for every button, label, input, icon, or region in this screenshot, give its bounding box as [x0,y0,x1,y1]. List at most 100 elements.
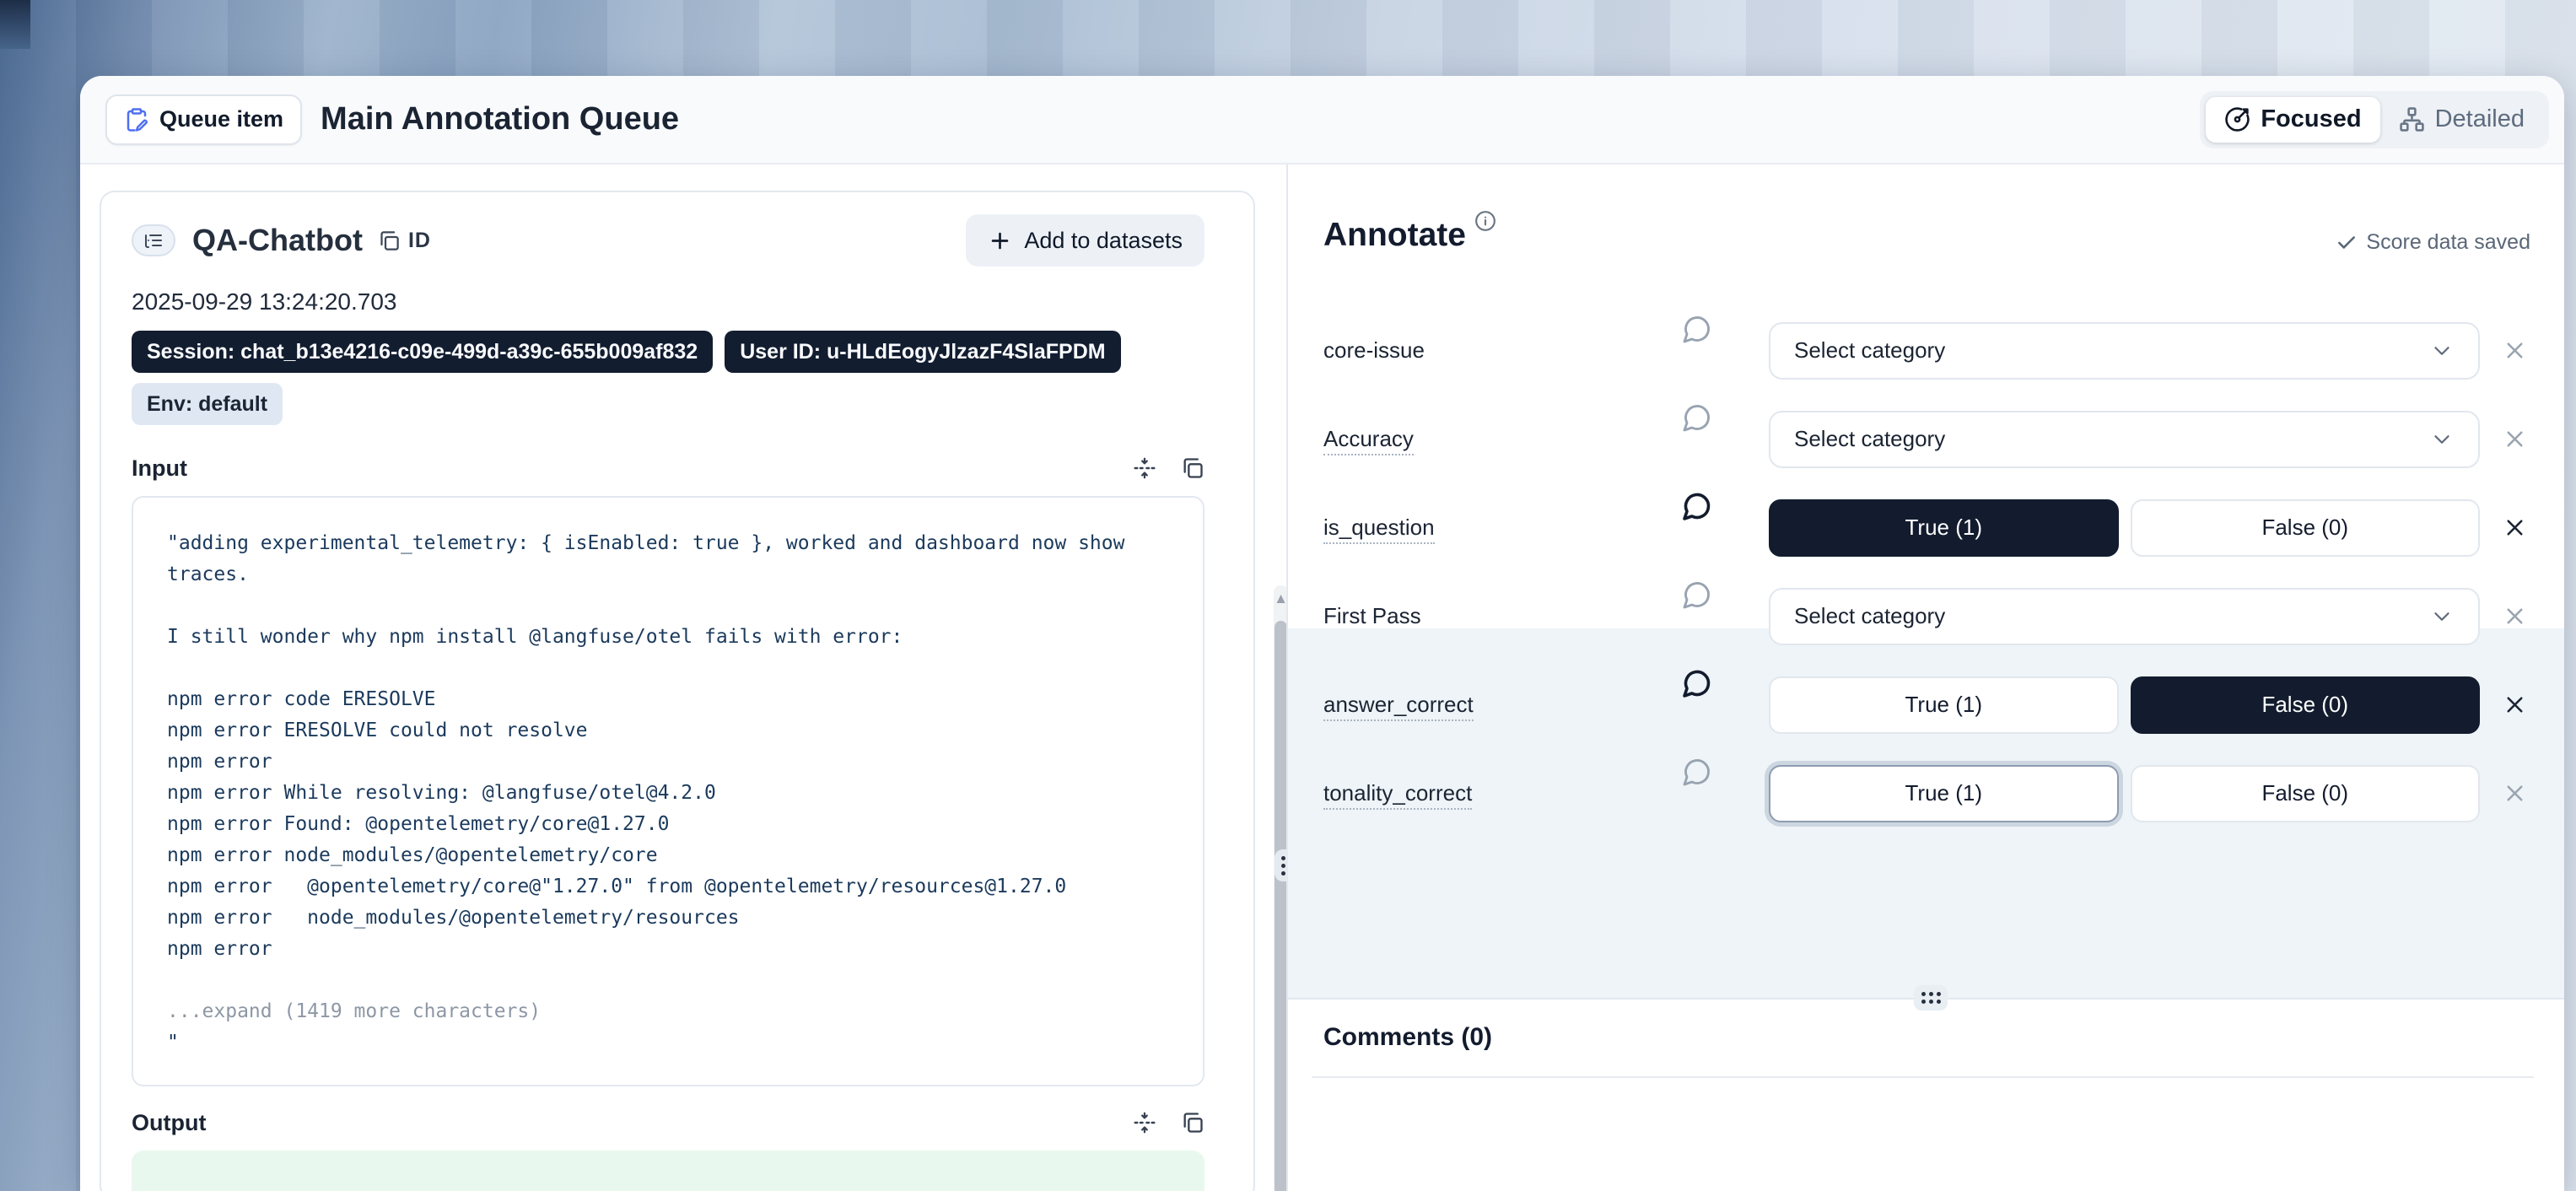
delete-score-button[interactable] [2495,337,2534,364]
toggle-focused[interactable]: Focused [2206,97,2379,143]
network-icon [2399,106,2425,132]
comment-bubble-button[interactable] [1678,579,1716,610]
true-button[interactable]: True (1) [1769,676,2119,734]
annotate-panel: Annotate Score data saved core-issue Sele… [1288,164,2564,1191]
trace-id-copy[interactable]: ID [378,229,431,253]
input-content[interactable]: "adding experimental_telemetry: { isEnab… [132,496,1204,1086]
copy-icon [378,229,401,252]
true-button[interactable]: True (1) [1769,499,2119,557]
score-row-tonality_correct: tonality_correctTrue (1)False (0) [1323,749,2534,838]
info-icon[interactable] [1474,210,1496,232]
category-select: Select category [1769,411,2480,468]
trace-id-label: ID [408,229,431,253]
annotate-pane-divider[interactable] [1288,998,2564,1000]
env-badge: Env: default [132,383,283,425]
copy-icon[interactable] [1181,1111,1204,1134]
fold-vertical-icon[interactable] [1132,455,1157,481]
comment-bubble-button[interactable] [1678,668,1716,698]
scrollbar-thumb[interactable] [1275,621,1287,1191]
expand-note[interactable]: ...expand (1419 more characters) [167,1000,541,1022]
score-save-status-label: Score data saved [2366,230,2530,255]
category-select-trigger[interactable]: Select category [1769,411,2480,468]
delete-score-button[interactable] [2495,603,2534,629]
comment-bubble-button[interactable] [1678,757,1716,787]
chevron-down-icon [2429,338,2455,364]
close-icon [2502,515,2528,541]
close-icon [2502,426,2528,452]
output-content[interactable]: "# Dependency conflict: why npm ERESOLVE… [132,1151,1204,1191]
input-header: Input [132,452,1204,484]
chevron-down-icon [2429,604,2455,629]
trace-panel: QA-Chatbot ID Add to datasets [80,164,1286,1191]
comment-bubble-icon [1682,402,1712,433]
close-icon [2502,603,2528,629]
toggle-detailed[interactable]: Detailed [2380,97,2543,143]
binary-buttons: True (1)False (0) [1769,765,2480,822]
binary-buttons: True (1)False (0) [1769,499,2480,557]
select-placeholder: Select category [1794,603,1945,629]
comment-bubble-icon [1682,491,1712,521]
output-header: Output [132,1107,1204,1139]
fold-vertical-icon[interactable] [1132,1110,1157,1135]
badge-row-2: Env: default [132,383,1204,425]
score-label: is_question [1323,515,1678,541]
delete-score-button[interactable] [2495,692,2534,718]
trace-type-pill [132,224,175,256]
gauge-icon [2224,106,2250,132]
check-icon [2336,232,2358,254]
score-label: Accuracy [1323,426,1678,452]
comment-bubble-button[interactable] [1678,402,1716,433]
category-select-trigger[interactable]: Select category [1769,322,2480,380]
score-label: core-issue [1323,337,1678,364]
session-badge[interactable]: Session: chat_b13e4216-c09e-499d-a39c-65… [132,331,713,373]
false-button[interactable]: False (0) [2131,499,2481,557]
false-button[interactable]: False (0) [2131,765,2481,822]
comment-bubble-icon [1682,314,1712,344]
binary-buttons: True (1)False (0) [1769,676,2480,734]
add-to-datasets-label: Add to datasets [1024,228,1183,254]
card-body: QA-Chatbot ID Add to datasets [80,164,2564,1191]
add-to-datasets-button[interactable]: Add to datasets [966,214,1204,267]
comment-bubble-button[interactable] [1678,314,1716,344]
page-header: Queue item Main Annotation Queue Focused [80,76,2564,164]
delete-score-button[interactable] [2495,780,2534,806]
toggle-focused-label: Focused [2261,105,2361,133]
copy-icon[interactable] [1181,456,1204,480]
comments-title: Comments (0) [1323,1023,1492,1052]
category-select: Select category [1769,322,2480,380]
comment-bubble-icon [1682,757,1712,787]
view-toggle: Focused Detailed [2200,91,2549,148]
score-row-First Pass: First PassSelect category [1323,572,2534,660]
plus-icon [988,229,1012,253]
output-label: Output [132,1110,206,1136]
close-icon [2502,780,2528,806]
page-title: Main Annotation Queue [321,101,679,137]
delete-score-button[interactable] [2495,515,2534,541]
delete-score-button[interactable] [2495,426,2534,452]
score-row-answer_correct: answer_correctTrue (1)False (0) [1323,660,2534,749]
input-label: Input [132,455,187,482]
annotate-header: Annotate Score data saved [1323,217,2530,255]
false-button[interactable]: False (0) [2131,676,2481,734]
queue-item-badge-label: Queue item [159,106,283,132]
annotate-title: Annotate [1323,217,1466,254]
comment-bubble-button[interactable] [1678,491,1716,521]
trace-card: QA-Chatbot ID Add to datasets [100,191,1255,1191]
horizontal-resize-handle[interactable] [1914,985,1948,1010]
trace-name: QA-Chatbot [192,223,363,258]
chevron-down-icon [2429,427,2455,452]
user-id-badge[interactable]: User ID: u-HLdEogyJlzazF4SlaFPDM [725,331,1120,373]
score-rows: core-issue Select category Accuracy Select … [1323,306,2534,838]
trace-timestamp: 2025-09-29 13:24:20.703 [132,288,1204,315]
queue-item-badge: Queue item [105,94,302,145]
badge-row-1: Session: chat_b13e4216-c09e-499d-a39c-65… [132,331,1204,373]
close-icon [2502,692,2528,718]
trace-head: QA-Chatbot ID Add to datasets [132,213,1204,268]
select-placeholder: Select category [1794,337,1945,364]
main-card: Queue item Main Annotation Queue Focused [80,76,2564,1191]
category-select-trigger[interactable]: Select category [1769,588,2480,645]
comments-divider [1312,1076,2534,1078]
list-tree-icon [143,230,164,251]
score-row-is_question: is_question True (1)False (0) [1323,483,2534,572]
true-button[interactable]: True (1) [1769,765,2119,822]
